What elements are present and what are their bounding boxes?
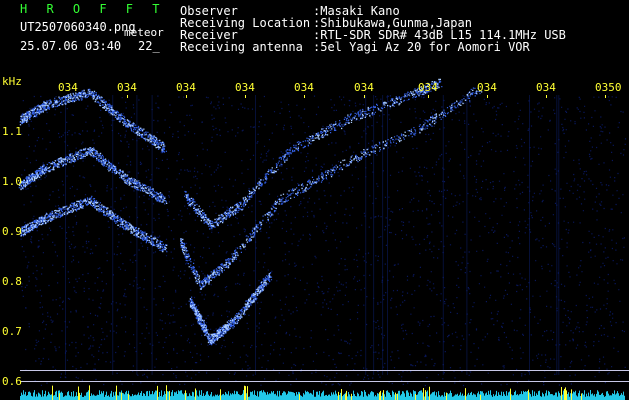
noise-column: [382, 95, 384, 375]
noise-column: [365, 95, 367, 375]
y-tick-label: 0.9: [2, 225, 22, 238]
time-tick-mark: [304, 95, 305, 98]
hroft-window: H R O F F T UT2507060340.png meteor 25.0…: [0, 0, 629, 400]
time-tick-mark: [127, 95, 128, 98]
datetime-label: 25.07.06 03:40: [20, 39, 122, 53]
y-axis-unit: kHz: [2, 75, 22, 88]
noise-column: [442, 95, 444, 375]
noise-column: [112, 95, 114, 375]
noise-column: [65, 95, 66, 375]
filename-label: UT2507060340.png: [20, 20, 136, 34]
time-tick-label: 034: [418, 81, 438, 94]
antenna-label: Receiving antenna: [180, 40, 303, 54]
reference-line: [20, 381, 629, 382]
noise-column: [255, 95, 256, 375]
spectrogram-plot: [18, 78, 629, 400]
time-tick-mark: [364, 95, 365, 98]
noise-column: [466, 95, 468, 375]
time-tick-mark: [428, 95, 429, 98]
antenna-value: :5el Yagi Az 20 for Aomori VOR: [313, 40, 530, 54]
y-tick-label: 1.0: [2, 175, 22, 188]
time-tick-label: 034: [536, 81, 556, 94]
noise-column: [558, 95, 560, 375]
y-tick-label: 0.7: [2, 325, 22, 338]
noise-column: [387, 95, 388, 375]
time-tick-mark: [487, 95, 488, 98]
signal-trace-highlight: [19, 89, 165, 151]
y-tick-label: 1.1: [2, 125, 22, 138]
noise-column: [529, 95, 530, 375]
meteor-label: meteor: [124, 26, 164, 39]
reference-line: [20, 370, 629, 371]
y-tick-label: 0.8: [2, 275, 22, 288]
app-title: H R O F F T: [20, 2, 166, 16]
time-tick-label: 034: [117, 81, 137, 94]
time-tick-label: 034: [176, 81, 196, 94]
time-tick-label: 034: [477, 81, 497, 94]
time-tick-mark: [546, 95, 547, 98]
y-tick-label: 0.6: [2, 375, 22, 388]
time-tick-mark: [605, 95, 606, 98]
signal-trace-highlight: [185, 78, 441, 228]
noise-column: [556, 95, 558, 375]
signal-level-bars: [20, 390, 625, 400]
time-tick-label: 034: [354, 81, 374, 94]
time-tick-label: 034: [235, 81, 255, 94]
meteor-count: 22_: [138, 39, 160, 53]
time-tick-label: 034: [58, 81, 78, 94]
noise-column: [373, 95, 375, 375]
time-tick-label: 0350: [595, 81, 622, 94]
background-noise: [20, 95, 627, 387]
time-tick-mark: [245, 95, 246, 98]
signal-trace-highlight: [20, 198, 168, 253]
time-tick-label: 034: [294, 81, 314, 94]
time-tick-mark: [186, 95, 187, 98]
